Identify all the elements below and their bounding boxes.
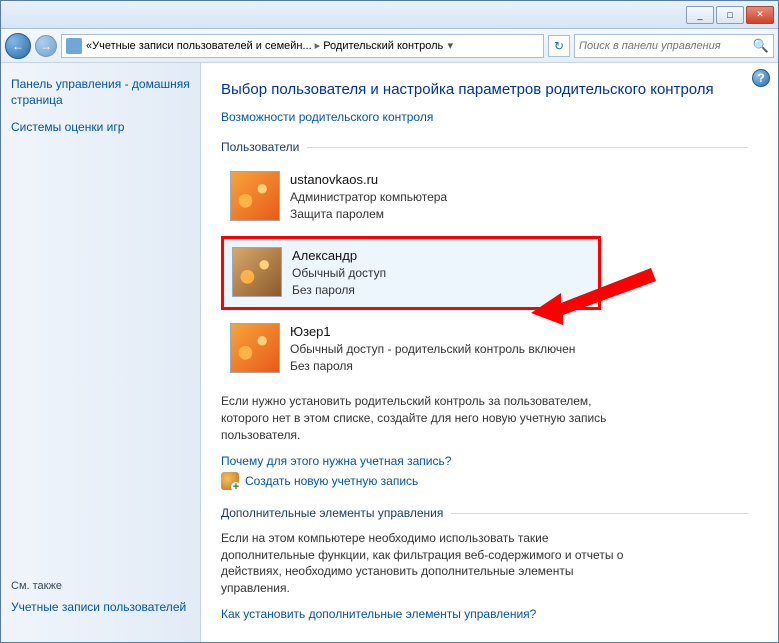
capabilities-link[interactable]: Возможности родительского контроля (221, 110, 748, 124)
maximize-button[interactable]: □ (716, 6, 744, 24)
add-user-icon (221, 472, 239, 490)
extra-link[interactable]: Как установить дополнительные элементы у… (221, 607, 748, 621)
nav-back-button[interactable]: ← (5, 33, 31, 59)
breadcrumb-item-accounts[interactable]: Учетные записи пользователей и семейн... (92, 40, 312, 52)
content-area: ? Выбор пользователя и настройка парамет… (201, 63, 778, 642)
breadcrumb[interactable]: « Учетные записи пользователей и семейн.… (61, 34, 544, 58)
user-role: Администратор компьютера (290, 189, 447, 206)
annotation-arrow-icon (531, 263, 661, 333)
page-title: Выбор пользователя и настройка параметро… (221, 79, 748, 100)
breadcrumb-dropdown[interactable]: ▾ (443, 39, 457, 52)
user-role: Обычный доступ - родительский контроль в… (290, 341, 575, 358)
titlebar: _ □ ✕ (1, 1, 778, 29)
user-name: ustanovkaos.ru (290, 171, 447, 189)
nav-forward-button[interactable]: → (35, 35, 57, 57)
help-button[interactable]: ? (752, 69, 770, 87)
control-panel-icon (66, 38, 82, 54)
users-section-title: Пользователи (221, 140, 748, 154)
extra-text: Если на этом компьютере необходимо испол… (221, 530, 641, 597)
sidebar-link-home[interactable]: Панель управления - домашняя страница (11, 77, 190, 108)
why-account-link[interactable]: Почему для этого нужна учетная запись? (221, 454, 748, 468)
avatar (232, 247, 282, 297)
search-icon: 🔍 (753, 38, 769, 54)
user-info: Александр Обычный доступ Без пароля (292, 247, 386, 299)
user-card-admin[interactable]: ustanovkaos.ru Администратор компьютера … (221, 162, 601, 232)
navigation-bar: ← → « Учетные записи пользователей и сем… (1, 29, 778, 63)
chevron-right-icon: ▸ (315, 39, 321, 52)
user-name: Александр (292, 247, 386, 265)
user-role: Обычный доступ (292, 265, 386, 282)
search-box[interactable]: 🔍 (574, 34, 774, 58)
breadcrumb-item-parental[interactable]: Родительский контроль (323, 40, 443, 52)
extra-section-title: Дополнительные элементы управления (221, 506, 748, 520)
sidebar-link-user-accounts[interactable]: Учетные записи пользователей (11, 600, 190, 616)
window-body: Панель управления - домашняя страница Си… (1, 63, 778, 642)
user-status: Без пароля (290, 358, 575, 375)
user-status: Без пароля (292, 282, 386, 299)
create-account-link[interactable]: Создать новую учетную запись (245, 474, 418, 488)
avatar (230, 171, 280, 221)
search-input[interactable] (579, 40, 753, 52)
sidebar: Панель управления - домашняя страница Си… (1, 63, 201, 642)
user-status: Защита паролем (290, 206, 447, 223)
sidebar-link-game-ratings[interactable]: Системы оценки игр (11, 120, 190, 136)
avatar (230, 323, 280, 373)
note-text: Если нужно установить родительский контр… (221, 393, 641, 443)
user-info: ustanovkaos.ru Администратор компьютера … (290, 171, 447, 223)
sidebar-see-also-heading: См. также (11, 580, 190, 592)
close-button[interactable]: ✕ (746, 6, 774, 24)
minimize-button[interactable]: _ (686, 6, 714, 24)
control-panel-window: _ □ ✕ ← → « Учетные записи пользователей… (0, 0, 779, 643)
refresh-button[interactable]: ↻ (548, 35, 570, 57)
